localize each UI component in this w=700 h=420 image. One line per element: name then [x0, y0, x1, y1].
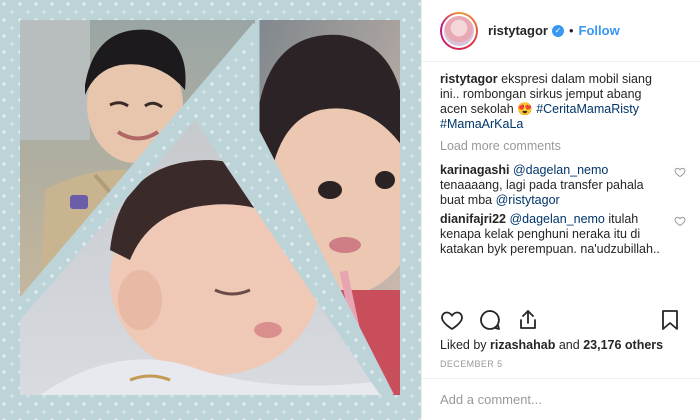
comment-mention[interactable]: @dagelan_nemo	[509, 212, 604, 226]
post-header: ristytagor ✓ • Follow	[422, 0, 700, 62]
follow-button[interactable]: Follow	[579, 23, 620, 38]
comment-mention[interactable]: @dagelan_nemo	[513, 163, 608, 177]
likes-prefix: Liked by	[440, 338, 487, 352]
likes-user[interactable]: rizashahab	[490, 338, 555, 352]
post-sidebar: ristytagor ✓ • Follow ristytagor ekspres…	[421, 0, 700, 420]
bookmark-icon[interactable]	[658, 308, 682, 332]
comments-section: ristytagor ekspresi dalam mobil siang in…	[422, 62, 700, 298]
caption: ristytagor ekspresi dalam mobil siang in…	[440, 72, 682, 132]
action-bar	[440, 307, 682, 333]
header-username[interactable]: ristytagor	[488, 23, 548, 38]
comment-username[interactable]: dianifajri22	[440, 212, 506, 226]
load-more-comments-button[interactable]: Load more comments	[440, 139, 682, 153]
likes-others[interactable]: 23,176 others	[583, 338, 663, 352]
post-date: DECEMBER 5	[440, 359, 503, 369]
comment-username[interactable]: karinagashi	[440, 163, 509, 177]
avatar[interactable]	[440, 11, 478, 50]
add-comment-input[interactable]	[440, 392, 680, 407]
comment-like-heart-icon[interactable]	[674, 215, 686, 227]
caption-username[interactable]: ristytagor	[440, 72, 498, 86]
likes-summary: Liked by rizashahab and 23,176 others	[440, 338, 663, 352]
heart-icon[interactable]	[440, 308, 464, 332]
separator-dot: •	[568, 23, 574, 38]
comment-item: dianifajri22 @dagelan_nemo itulah kenapa…	[440, 212, 686, 257]
photo-collage	[18, 20, 400, 396]
comment-mention-2[interactable]: @ristytagor	[496, 193, 560, 207]
add-comment-bar	[422, 378, 700, 420]
comment-like-heart-icon[interactable]	[674, 166, 686, 178]
verified-badge-icon: ✓	[551, 24, 564, 37]
comment-icon[interactable]	[478, 308, 502, 332]
avatar-image	[442, 13, 476, 48]
post-photo[interactable]	[0, 0, 421, 420]
likes-and: and	[558, 338, 580, 352]
share-icon[interactable]	[516, 308, 540, 332]
comment-item: karinagashi @dagelan_nemo tenaaaang, lag…	[440, 163, 686, 208]
